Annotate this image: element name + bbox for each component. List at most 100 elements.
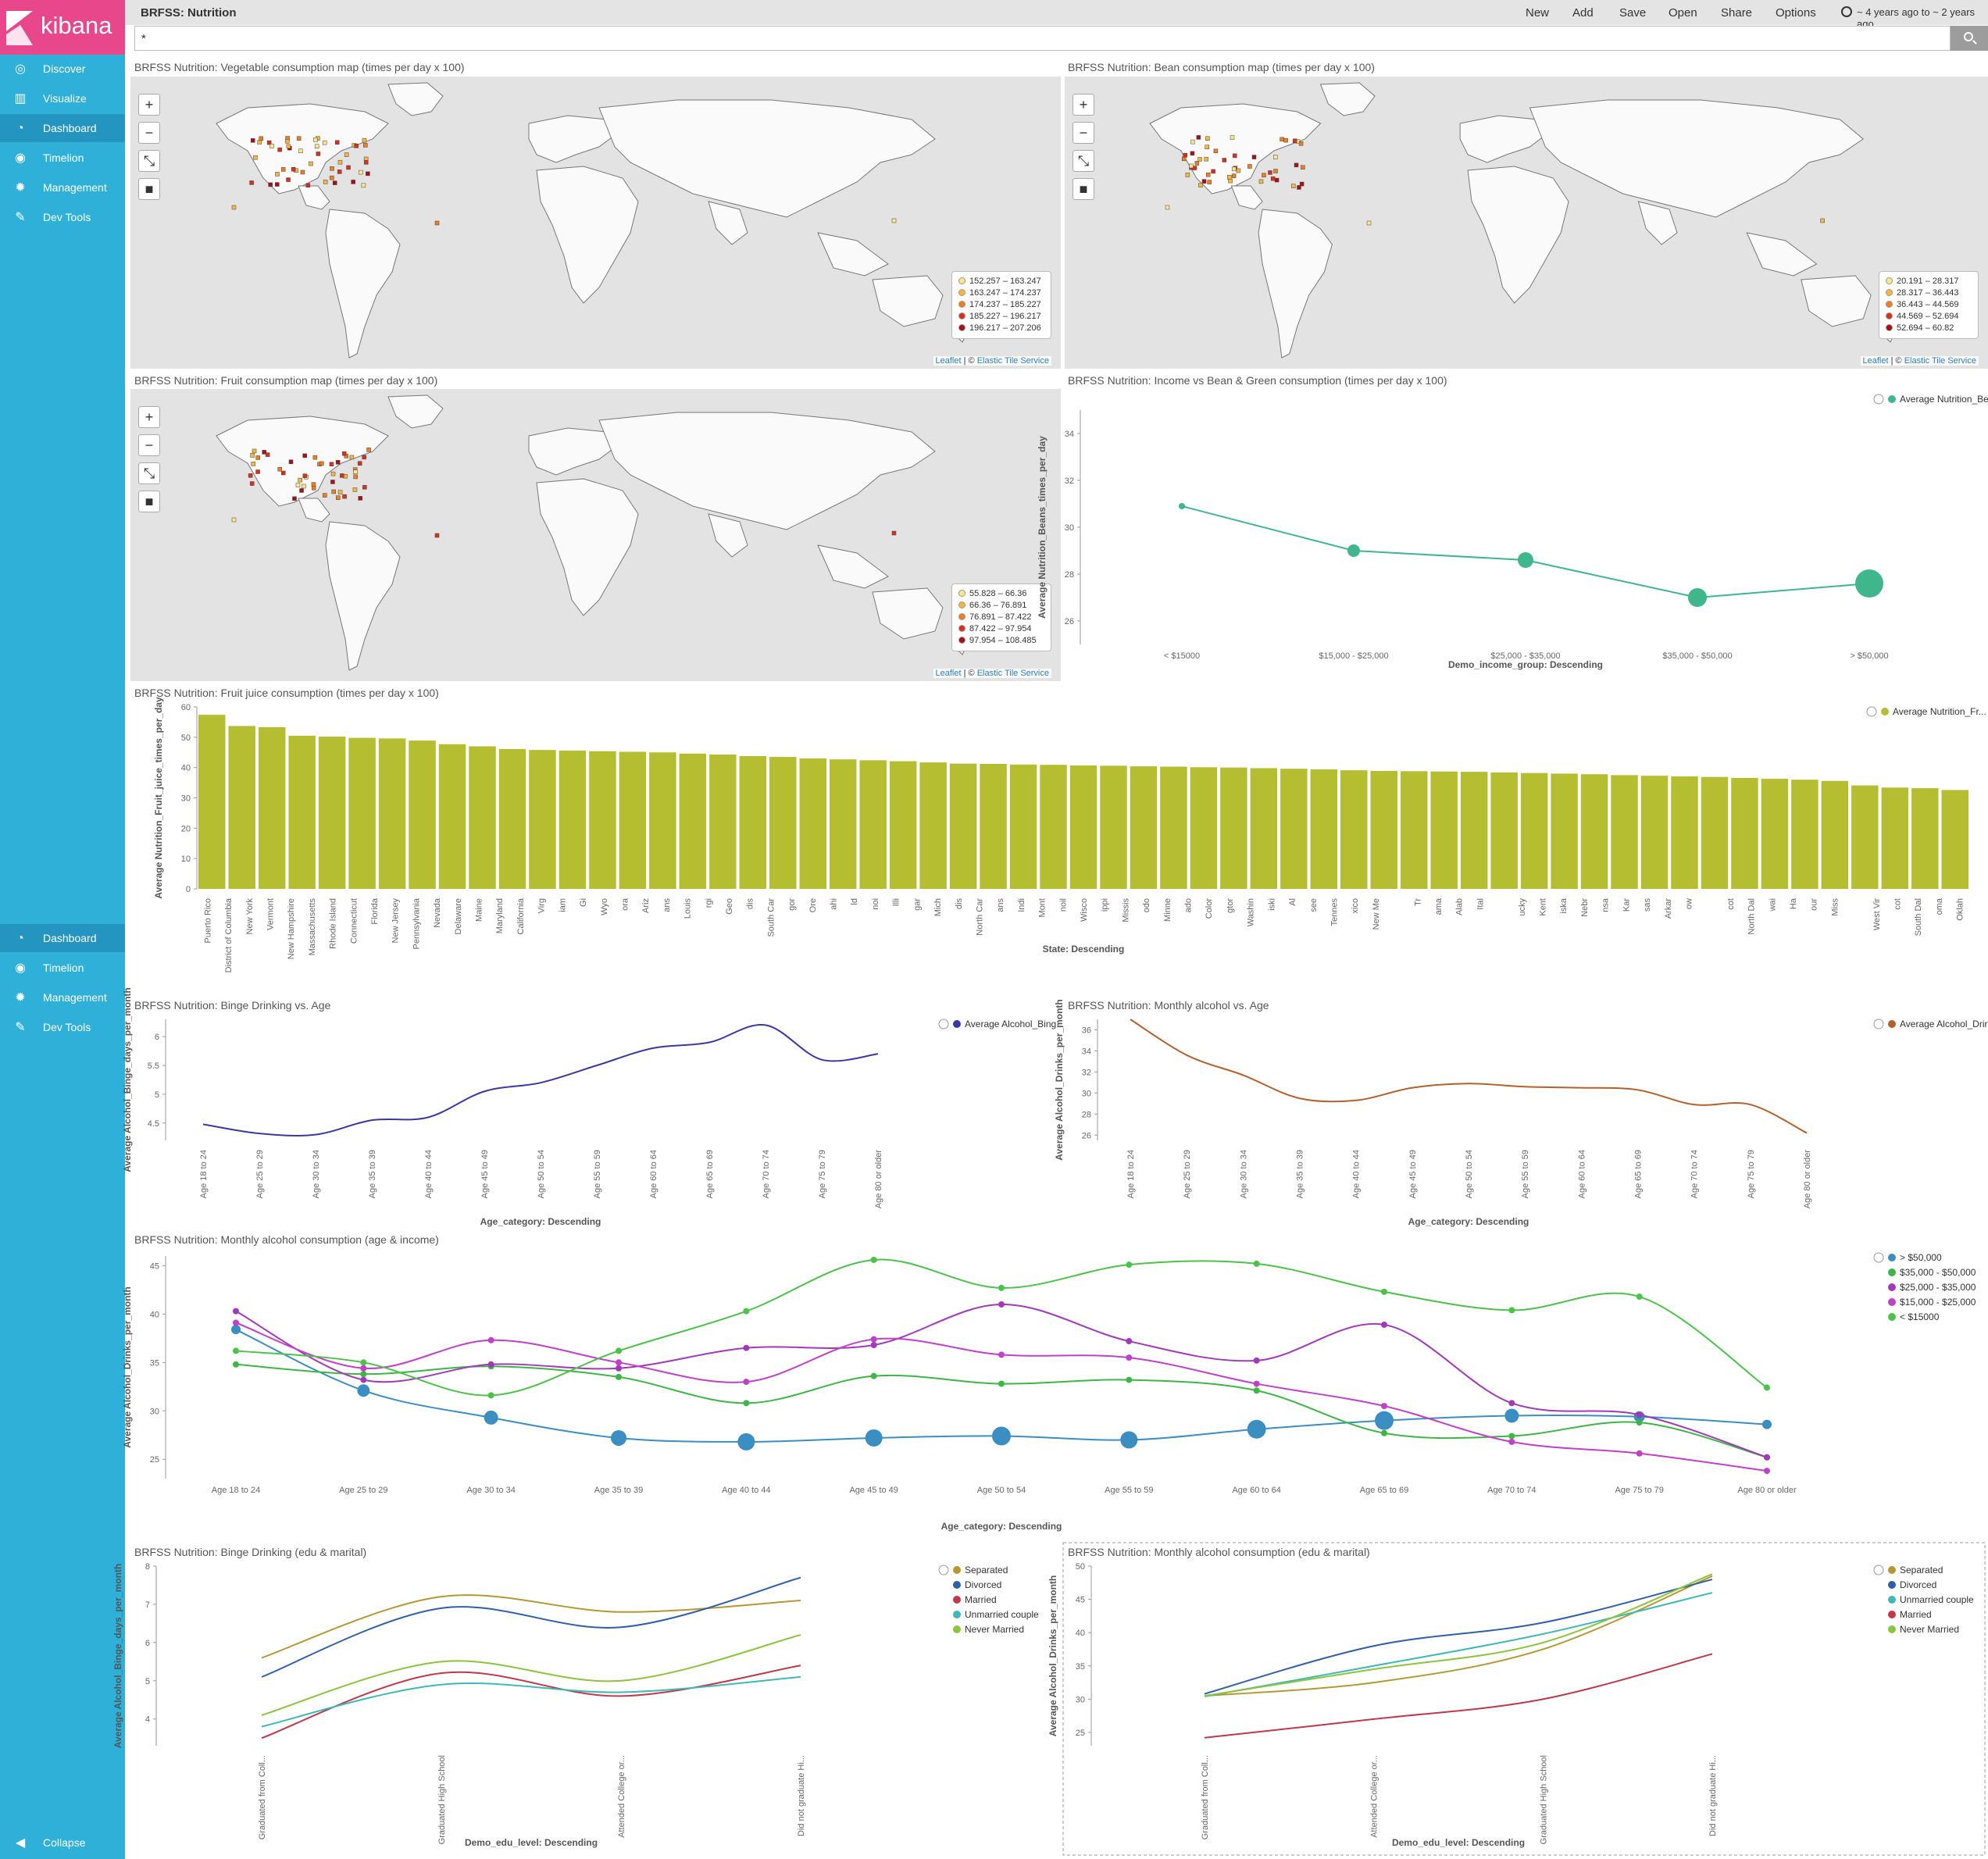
data-point <box>1508 1400 1515 1407</box>
legend-label: Separated <box>1900 1565 1943 1575</box>
bar <box>1190 767 1218 889</box>
x-tick-label: gtor <box>1226 898 1235 913</box>
x-tick-label: Age 45 to 49 <box>1408 1150 1418 1198</box>
x-tick-label: Kar <box>1622 898 1631 912</box>
legend-toggle-icon <box>1873 394 1884 405</box>
x-tick-label: > $50,000 <box>1850 651 1888 661</box>
y-tick-label: 26 <box>1082 1131 1091 1140</box>
x-tick-label: Mich <box>933 898 943 916</box>
legend-label: Never Married <box>965 1624 1024 1635</box>
y-tick-label: 60 <box>181 703 191 712</box>
x-tick-label: Wyo <box>600 898 609 915</box>
y-tick-label: 50 <box>1076 1562 1085 1572</box>
series-line-1 <box>1204 1579 1713 1695</box>
y-tick-label: 30 <box>1065 523 1074 533</box>
x-tick-label: Pennsylvania <box>412 897 421 949</box>
data-point <box>1636 1419 1643 1426</box>
y-axis-label: Average Alcohol_Drinks_per_month <box>122 1286 133 1448</box>
legend-swatch <box>1888 1566 1896 1574</box>
x-tick-label: Ariz <box>641 898 651 913</box>
x-tick-label: Alab <box>1455 898 1465 915</box>
bar <box>258 727 286 889</box>
legend-label: Unmarried couple <box>1900 1594 1974 1605</box>
bar <box>469 746 496 889</box>
x-tick-label: gar <box>912 898 922 911</box>
x-tick-label: Did not graduate Hi... <box>797 1755 806 1836</box>
legend-label: $35,000 - $50,000 <box>1900 1267 1976 1278</box>
x-tick-label: oma <box>1935 897 1944 915</box>
legend-swatch <box>953 1596 961 1604</box>
x-tick-label: Missis <box>1121 898 1130 922</box>
y-tick-label: 30 <box>181 794 191 804</box>
legend-toggle-icon <box>938 1565 949 1575</box>
bar <box>1791 780 1818 889</box>
x-tick-label: Age 70 to 74 <box>1690 1150 1700 1198</box>
bar <box>438 744 466 889</box>
x-tick-label: New Me <box>1372 898 1381 930</box>
bar <box>829 759 857 889</box>
bar <box>318 737 346 889</box>
y-tick-label: 6 <box>145 1639 150 1648</box>
y-tick-label: 0 <box>186 885 191 894</box>
legend-swatch <box>1888 1298 1896 1306</box>
x-tick-label: Vermont <box>266 898 275 930</box>
bar <box>198 715 226 889</box>
data-point <box>1126 1354 1133 1361</box>
legend-swatch <box>1888 1254 1896 1261</box>
bar <box>1130 766 1158 889</box>
legend-toggle-icon <box>1873 1019 1884 1029</box>
x-tick-label: dis <box>746 898 755 910</box>
x-tick-label: Age 75 to 79 <box>1747 1150 1756 1198</box>
x-tick-label: Age 40 to 44 <box>1352 1150 1362 1198</box>
x-tick-label: Arkar <box>1664 898 1673 919</box>
x-tick-label: New Hampshire <box>287 898 296 959</box>
x-tick-label: odo <box>1142 898 1151 912</box>
series-line-3 <box>1204 1653 1713 1739</box>
data-point <box>1381 1429 1387 1436</box>
data-point <box>1518 552 1533 568</box>
x-tick-label: Minne <box>1163 898 1172 922</box>
x-tick-label: Age 60 to 64 <box>1577 1150 1586 1198</box>
data-point <box>870 1372 877 1379</box>
bar <box>1220 767 1247 889</box>
y-tick-label: 10 <box>181 855 191 864</box>
y-tick-label: 5 <box>145 1677 150 1686</box>
legend-toggle-icon <box>1866 706 1877 717</box>
data-point <box>743 1308 750 1315</box>
x-tick-label: North Car <box>975 898 984 936</box>
bar <box>859 760 887 889</box>
series-line-4 <box>235 1258 1768 1397</box>
legend-toggle-icon <box>938 1019 949 1029</box>
x-tick-label: Age 65 to 69 <box>1360 1486 1408 1495</box>
y-tick-label: 5 <box>155 1090 159 1100</box>
bar <box>1671 776 1698 889</box>
series-line-4 <box>1204 1573 1713 1697</box>
x-tick-label: Graduated from Coll... <box>258 1755 267 1839</box>
series-line-1 <box>261 1576 801 1678</box>
data-point <box>865 1429 883 1447</box>
data-point <box>1253 1380 1260 1387</box>
legend-label: Average Nutrition_Be... <box>1900 394 1988 405</box>
x-tick-label: New York <box>245 898 255 935</box>
x-tick-label: Attended College or... <box>617 1755 626 1838</box>
x-tick-label: Florida <box>370 897 380 925</box>
x-tick-label: Age 50 to 54 <box>1465 1150 1474 1198</box>
x-tick-label: Graduated High School <box>1539 1755 1548 1844</box>
x-tick-label: Louis <box>683 898 693 919</box>
data-point <box>1762 1419 1772 1429</box>
x-tick-label: Age 60 to 64 <box>1232 1486 1280 1495</box>
x-tick-label: ahi <box>830 898 839 910</box>
x-tick-label: ld <box>850 898 859 905</box>
bar <box>1280 769 1308 889</box>
data-point <box>1508 1433 1515 1440</box>
x-tick-label: South Dal <box>1914 898 1923 936</box>
y-tick-label: 26 <box>1065 617 1074 626</box>
x-tick-label: $15,000 - $25,000 <box>1319 651 1388 661</box>
x-tick-label: cot <box>1893 898 1903 910</box>
x-tick-label: Virg <box>537 898 547 913</box>
x-tick-label: Age 18 to 24 <box>212 1486 260 1495</box>
x-tick-label: Ha <box>1789 897 1798 909</box>
x-tick-label: Mont <box>1038 898 1048 917</box>
data-point <box>1126 1376 1133 1383</box>
bar <box>1430 771 1458 889</box>
